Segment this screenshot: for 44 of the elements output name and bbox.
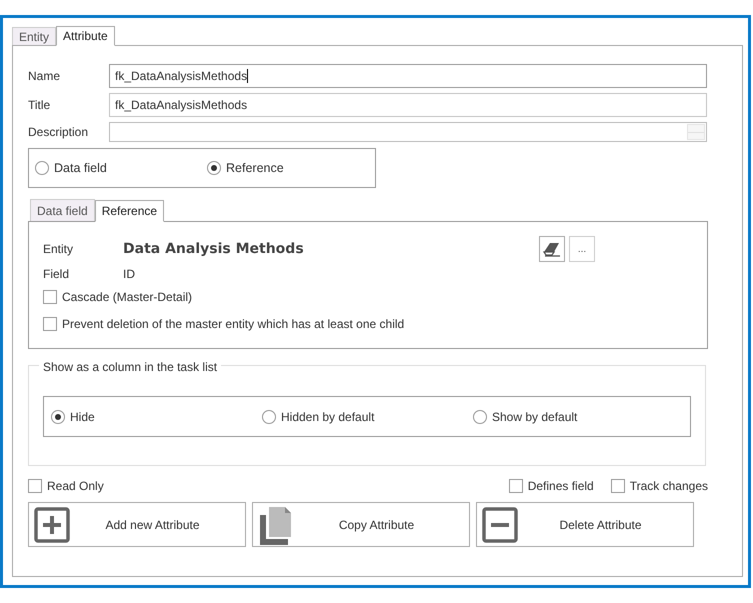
checkbox-label: Defines field [528,478,594,495]
tab[interactable]: Data field [30,199,95,221]
radio-button[interactable] [51,410,65,424]
entity-value: Data Analysis Methods [123,240,305,258]
minus-icon [482,506,518,542]
checkbox[interactable] [43,317,57,331]
tab[interactable]: Reference [94,200,164,222]
plus-icon [34,506,70,542]
clear-button[interactable] [539,236,565,262]
description-field[interactable] [109,122,707,142]
field-label: Entity [43,241,74,258]
tab[interactable]: Attribute [56,26,115,46]
field-label: Name [28,68,62,85]
text-field[interactable]: fk_DataAnalysisMethods [109,64,707,88]
field-value: ID [123,266,135,283]
radio-label: Reference [226,160,284,177]
text-cursor [247,69,248,83]
field-label: Field [43,266,70,283]
radio-button[interactable] [207,161,221,175]
checkbox[interactable] [508,479,523,493]
checkbox[interactable] [610,479,625,493]
checkbox[interactable] [43,290,57,304]
eraser-icon [543,241,561,257]
browse-button[interactable]: ... [569,236,595,262]
checkbox-label: Read Only [47,478,104,495]
field-label: Title [28,97,52,114]
radio-label: Hide [70,408,95,426]
checkbox-label: Track changes [630,478,708,495]
attribute-button[interactable]: Add new Attribute [28,502,246,547]
copy-icon [258,504,294,544]
radio-label: Hidden by default [281,408,374,426]
tab[interactable]: Entity [12,27,56,45]
radio-label: Show by default [492,408,578,426]
text-field[interactable]: fk_DataAnalysisMethods [109,93,707,117]
radio-button[interactable] [262,410,276,424]
checkbox[interactable] [28,479,42,493]
field-label: Description [28,124,90,141]
attribute-button[interactable]: Copy Attribute [252,502,470,547]
radio-button[interactable] [473,410,487,424]
checkbox-label: Cascade (Master-Detail) [62,289,192,306]
radio-label: Data field [54,160,107,177]
attribute-button[interactable]: Delete Attribute [476,502,694,547]
radio-button[interactable] [35,161,49,175]
checkbox-label: Prevent deletion of the master entity which has at least one child [62,316,404,333]
